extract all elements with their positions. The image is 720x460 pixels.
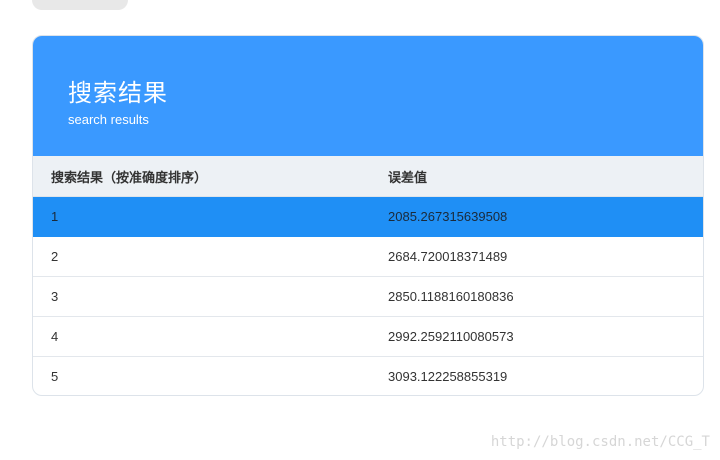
- error-cell: 2684.720018371489: [368, 236, 703, 277]
- column-header-error[interactable]: 误差值: [368, 156, 703, 197]
- rank-cell: 5: [51, 369, 59, 384]
- table-row[interactable]: 1 2085.267315639508: [33, 196, 703, 237]
- rank-cell: 3: [33, 276, 368, 317]
- error-cell: 3093.122258855319: [388, 369, 508, 384]
- rank-cell: 4: [33, 316, 368, 357]
- table-row[interactable]: 4 2992.2592110080573: [33, 316, 703, 357]
- watermark-text: http://blog.csdn.net/CCG_T: [490, 434, 710, 450]
- page-subtitle: search results: [68, 112, 149, 127]
- table-header-row: 搜索结果（按准确度排序） 误差值: [33, 156, 703, 197]
- rank-cell: 2: [33, 236, 368, 277]
- table-row[interactable]: 2 2684.720018371489: [33, 236, 703, 277]
- error-cell: 2085.267315639508: [368, 196, 703, 237]
- error-cell: 2992.2592110080573: [368, 316, 703, 357]
- column-header-rank[interactable]: 搜索结果（按准确度排序）: [33, 156, 368, 197]
- top-button[interactable]: [32, 0, 128, 10]
- results-header: 搜索结果 search results: [33, 36, 703, 156]
- rank-cell: 1: [33, 196, 368, 237]
- results-card: 搜索结果 search results 搜索结果（按准确度排序） 误差值 1 2…: [32, 35, 704, 396]
- results-table: 搜索结果（按准确度排序） 误差值 1 2085.267315639508 2 2…: [33, 156, 703, 396]
- table-row[interactable]: 5 3093.122258855319: [33, 357, 703, 396]
- page-title: 搜索结果: [68, 79, 168, 107]
- table-row[interactable]: 3 2850.1188160180836: [33, 276, 703, 317]
- error-cell: 2850.1188160180836: [368, 276, 703, 317]
